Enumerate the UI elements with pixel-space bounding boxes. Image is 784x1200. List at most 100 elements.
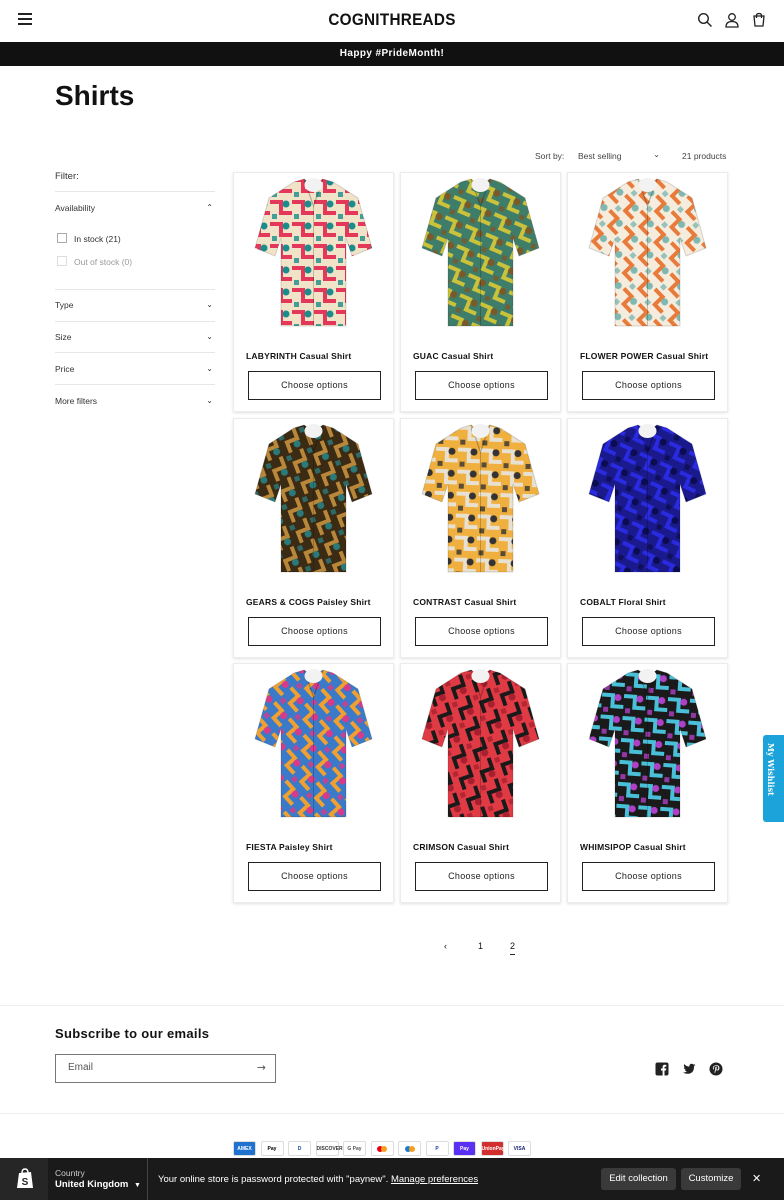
product-card[interactable]: CONTRAST Casual Shirt Choose options xyxy=(400,418,561,658)
in-stock-label: In stock (21) xyxy=(74,234,121,244)
choose-options-button[interactable]: Choose options xyxy=(415,617,548,646)
product-image[interactable] xyxy=(582,176,713,331)
sort-label: Sort by: xyxy=(535,151,565,161)
payment-method-icon: G Pay xyxy=(343,1141,366,1156)
product-image[interactable] xyxy=(248,422,379,577)
site-header: COGNITHREADS xyxy=(0,0,784,42)
payment-method-icon: UnionPay xyxy=(480,1141,505,1156)
product-title[interactable]: WHIMSIPOP Casual Shirt xyxy=(580,842,686,852)
choose-options-button[interactable]: Choose options xyxy=(415,862,548,891)
product-title[interactable]: GEARS & COGS Paisley Shirt xyxy=(246,597,371,607)
menu-icon[interactable] xyxy=(18,13,32,25)
country-label: Country xyxy=(55,1168,85,1178)
chevron-up-icon: ⌃ xyxy=(206,203,213,212)
product-card[interactable]: CRIMSON Casual Shirt Choose options xyxy=(400,663,561,903)
payment-method-icon: AMEX xyxy=(233,1141,256,1156)
product-title[interactable]: LABYRINTH Casual Shirt xyxy=(246,351,351,361)
product-title[interactable]: COBALT Floral Shirt xyxy=(580,597,666,607)
chevron-down-icon: ⌄ xyxy=(206,364,213,373)
caret-down-icon: ▼ xyxy=(134,1182,141,1189)
search-icon[interactable] xyxy=(697,12,713,28)
product-title[interactable]: FIESTA Paisley Shirt xyxy=(246,842,333,852)
product-image[interactable] xyxy=(582,422,713,577)
password-message: Your online store is password protected … xyxy=(158,1174,478,1185)
edit-collection-button[interactable]: Edit collection xyxy=(601,1168,676,1190)
country-value: United Kingdom xyxy=(55,1179,129,1190)
customize-button[interactable]: Customize xyxy=(681,1168,741,1190)
pinterest-icon[interactable] xyxy=(709,1062,723,1076)
choose-options-button[interactable]: Choose options xyxy=(248,617,381,646)
wishlist-label: My Wishlist xyxy=(766,743,776,796)
filter-type[interactable]: Type ⌄ xyxy=(55,300,215,310)
chevron-down-icon: ⌄ xyxy=(206,396,213,405)
choose-options-button[interactable]: Choose options xyxy=(415,371,548,400)
choose-options-button[interactable]: Choose options xyxy=(248,371,381,400)
divider xyxy=(55,352,215,353)
site-logo[interactable]: COGNITHREADS xyxy=(39,10,745,30)
choose-options-button[interactable]: Choose options xyxy=(582,617,715,646)
product-card[interactable]: COBALT Floral Shirt Choose options xyxy=(567,418,728,658)
product-image[interactable] xyxy=(415,176,546,331)
product-image[interactable] xyxy=(415,667,546,822)
filter-more[interactable]: More filters ⌄ xyxy=(55,396,215,406)
email-field[interactable]: Email → xyxy=(55,1054,276,1083)
product-image[interactable] xyxy=(415,422,546,577)
filter-size[interactable]: Size ⌄ xyxy=(55,332,215,342)
password-message-text: Your online store is password protected … xyxy=(158,1174,389,1185)
filter-availability[interactable]: Availability ⌃ xyxy=(55,203,215,213)
payment-method-icon: VISA xyxy=(508,1141,531,1156)
chevron-down-icon: ⌄ xyxy=(206,332,213,341)
payment-method-icon: DISCOVER xyxy=(315,1141,343,1156)
product-card[interactable]: FLOWER POWER Casual Shirt Choose options xyxy=(567,172,728,412)
shopify-bag-icon: S xyxy=(17,1168,33,1188)
divider xyxy=(55,321,215,322)
facebook-icon[interactable] xyxy=(655,1062,669,1076)
product-title[interactable]: GUAC Casual Shirt xyxy=(413,351,493,361)
sort-select[interactable]: Best selling ⌄ xyxy=(578,150,662,161)
divider xyxy=(55,191,215,192)
pagination-page-1[interactable]: 1 xyxy=(478,941,483,951)
payment-method-icon: P xyxy=(425,1141,449,1156)
product-image[interactable] xyxy=(582,667,713,822)
filter-heading: Filter: xyxy=(55,171,79,182)
choose-options-button[interactable]: Choose options xyxy=(582,862,715,891)
wishlist-tab[interactable]: My Wishlist xyxy=(763,735,784,822)
out-of-stock-label: Out of stock (0) xyxy=(74,257,133,267)
choose-options-button[interactable]: Choose options xyxy=(248,862,381,891)
product-card[interactable]: GEARS & COGS Paisley Shirt Choose options xyxy=(233,418,394,658)
pagination-page-2: 2 xyxy=(510,941,516,955)
product-card[interactable]: FIESTA Paisley Shirt Choose options xyxy=(233,663,394,903)
product-title[interactable]: CRIMSON Casual Shirt xyxy=(413,842,509,852)
payment-method-icon: Pay xyxy=(260,1141,284,1156)
divider xyxy=(55,289,215,290)
announcement-bar: Happy #PrideMonth! xyxy=(0,42,784,66)
close-icon[interactable]: ✕ xyxy=(752,1172,761,1185)
page-title: Shirts xyxy=(55,80,135,111)
payment-method-icon: D xyxy=(288,1141,311,1156)
admin-preview-bar: S Country United Kingdom ▼ Your online s… xyxy=(0,1158,784,1200)
in-stock-checkbox[interactable] xyxy=(57,233,67,243)
product-image[interactable] xyxy=(248,667,379,822)
product-card[interactable]: LABYRINTH Casual Shirt Choose options xyxy=(233,172,394,412)
arrow-right-icon[interactable]: → xyxy=(257,1061,266,1074)
cart-icon[interactable] xyxy=(751,12,767,28)
payment-method-icon xyxy=(398,1141,421,1156)
product-title[interactable]: FLOWER POWER Casual Shirt xyxy=(580,351,708,361)
payment-method-icon: Pay xyxy=(453,1141,476,1156)
pagination-prev[interactable]: ‹ xyxy=(444,941,447,951)
twitter-icon[interactable] xyxy=(682,1062,696,1076)
choose-options-button[interactable]: Choose options xyxy=(582,371,715,400)
product-title[interactable]: CONTRAST Casual Shirt xyxy=(413,597,516,607)
product-card[interactable]: WHIMSIPOP Casual Shirt Choose options xyxy=(567,663,728,903)
chevron-down-icon: ⌄ xyxy=(653,150,660,159)
product-count: 21 products xyxy=(682,151,727,161)
product-image[interactable] xyxy=(248,176,379,331)
product-card[interactable]: GUAC Casual Shirt Choose options xyxy=(400,172,561,412)
filter-price[interactable]: Price ⌄ xyxy=(55,364,215,374)
chevron-down-icon: ⌄ xyxy=(206,300,213,309)
account-icon[interactable] xyxy=(724,12,740,28)
country-selector[interactable]: United Kingdom ▼ xyxy=(55,1179,141,1190)
divider xyxy=(0,1113,784,1114)
filter-type-label: Type xyxy=(55,300,74,310)
manage-preferences-link[interactable]: Manage preferences xyxy=(391,1174,478,1185)
